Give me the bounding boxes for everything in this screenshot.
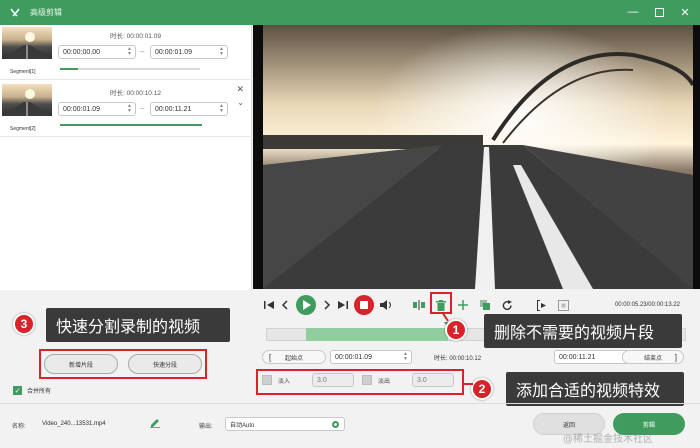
output-path-field[interactable]: 自动Auto bbox=[225, 417, 345, 431]
segment-thumbnail bbox=[2, 84, 52, 116]
trim-row: [起始点 00:00:01.09 ▲ ▼ 时长: 00:00:10.12 00:00… bbox=[262, 350, 692, 366]
video-preview[interactable] bbox=[253, 25, 700, 289]
skip-start-icon[interactable] bbox=[261, 297, 277, 313]
segment-thumbnail bbox=[2, 27, 52, 59]
callout-split: 快速分割录制的视频 bbox=[46, 308, 230, 342]
segment-progress bbox=[60, 124, 202, 126]
volume-icon[interactable] bbox=[378, 297, 394, 313]
edit-icon[interactable] bbox=[150, 418, 160, 428]
trim-start-time[interactable]: 00:00:01.09 ▲ ▼ bbox=[330, 350, 412, 364]
segment-start-time[interactable]: 00:00:00.00 ▲ ▼ bbox=[58, 45, 136, 59]
reset-icon[interactable] bbox=[499, 297, 515, 313]
add-icon[interactable] bbox=[455, 297, 471, 313]
merge-all-label: 合并所有 bbox=[27, 389, 52, 395]
segment-start-time[interactable]: 00:00:01.09 ▲ ▼ bbox=[58, 102, 136, 116]
name-label: 名称: bbox=[12, 424, 26, 430]
set-start-button[interactable]: [起始点 bbox=[262, 350, 326, 364]
segment-end-time[interactable]: 00:00:01.09 ▲ ▼ bbox=[150, 45, 228, 59]
segment-duration: 时长: 00:00:01.09 bbox=[110, 33, 161, 40]
segment-item[interactable]: Segment[2] 时长: 00:00:10.12 00:00:01.09 ▲ ▼… bbox=[0, 82, 250, 137]
stop-button[interactable] bbox=[354, 295, 374, 315]
gear-icon[interactable] bbox=[331, 420, 340, 431]
segment-progress bbox=[60, 68, 78, 70]
mark-in-icon[interactable] bbox=[535, 297, 551, 313]
callout-number: 1 bbox=[445, 319, 467, 341]
timeline-selection[interactable] bbox=[306, 328, 448, 341]
merge-all-checkbox[interactable]: ✓ bbox=[13, 386, 22, 395]
footer-divider bbox=[0, 403, 700, 404]
segment-name: Segment[2] bbox=[10, 126, 36, 132]
trim-duration: 时长: 00:00:10.12 bbox=[434, 356, 482, 362]
app-logo-icon bbox=[8, 6, 22, 20]
highlight-split bbox=[39, 349, 207, 379]
file-name: Video_240...13531.mp4 bbox=[42, 421, 106, 427]
highlight-delete bbox=[430, 292, 452, 314]
play-button[interactable] bbox=[296, 295, 316, 315]
segment-duration: 时长: 00:00:10.12 bbox=[110, 90, 161, 97]
set-end-button[interactable]: 结束点] bbox=[622, 350, 684, 364]
segment-item[interactable]: Segment[1] 时长: 00:00:01.09 00:00:00.00 ▲ ▼… bbox=[0, 25, 250, 80]
callout-number: 3 bbox=[13, 313, 35, 335]
highlight-effects bbox=[256, 369, 464, 395]
segment-name: Segment[1] bbox=[10, 69, 36, 75]
mark-out-icon[interactable] bbox=[555, 297, 571, 313]
step-back-icon[interactable] bbox=[277, 297, 293, 313]
segment-list: Segment[1] 时长: 00:00:01.09 00:00:00.00 ▲ ▼… bbox=[0, 25, 252, 290]
title-bar: 高级剪辑 — ✕ bbox=[0, 0, 700, 25]
skip-end-icon[interactable] bbox=[335, 297, 351, 313]
segment-end-time[interactable]: 00:00:11.21 ▲ ▼ bbox=[150, 102, 228, 116]
output-label: 输出: bbox=[199, 424, 213, 430]
merge-all-row[interactable]: ✓ 合并所有 bbox=[13, 386, 51, 395]
split-icon[interactable] bbox=[411, 297, 427, 313]
minimize-icon[interactable]: — bbox=[626, 5, 640, 19]
callout-effects: 添加合适的视频特效 bbox=[506, 372, 684, 406]
step-forward-icon[interactable] bbox=[319, 297, 335, 313]
watermark: @稀土掘金技术社区 bbox=[563, 434, 653, 445]
callout-number: 2 bbox=[471, 378, 493, 400]
chevron-down-icon[interactable]: ⌄ bbox=[237, 98, 244, 107]
close-icon[interactable]: ✕ bbox=[236, 84, 244, 95]
close-icon[interactable]: ✕ bbox=[678, 5, 692, 19]
copy-icon[interactable] bbox=[477, 297, 493, 313]
window-title: 高级剪辑 bbox=[30, 8, 62, 17]
playback-time: 00:00:05.23/00:00:13.22 bbox=[614, 302, 680, 308]
maximize-icon[interactable] bbox=[652, 5, 666, 19]
callout-delete: 删除不需要的视频片段 bbox=[484, 314, 682, 348]
